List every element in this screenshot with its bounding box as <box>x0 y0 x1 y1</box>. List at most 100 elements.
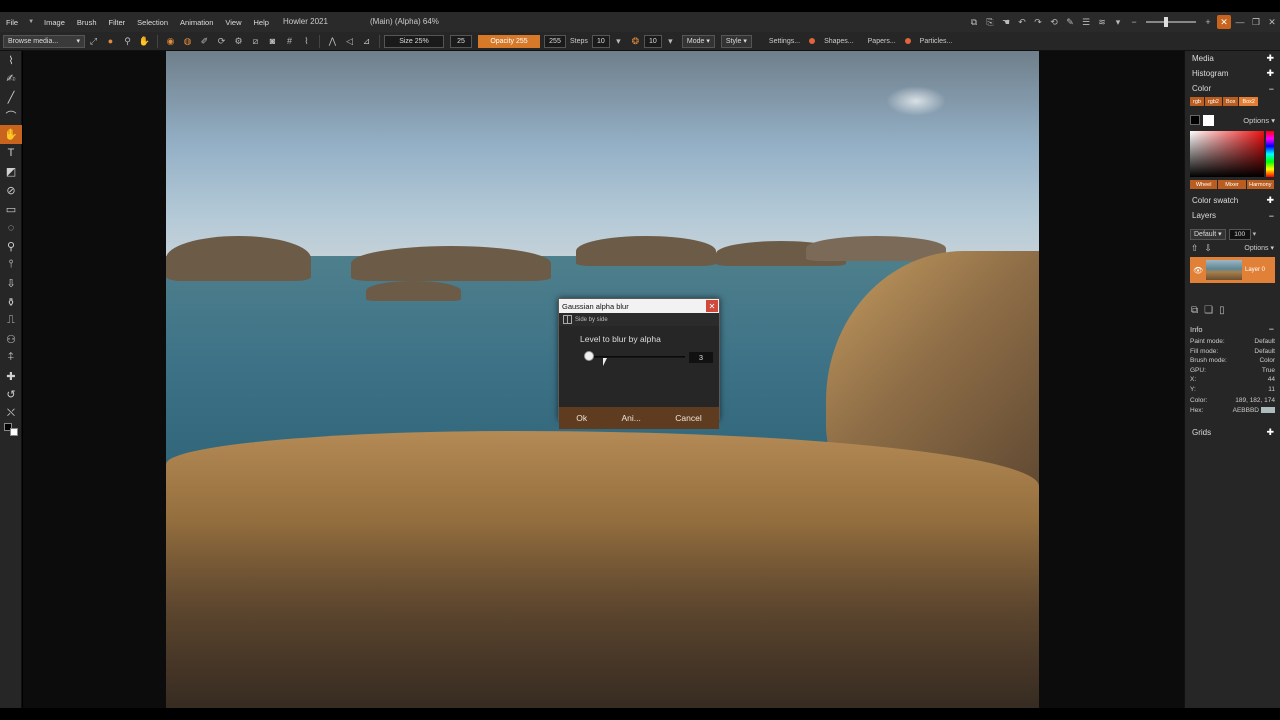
zoom-out-icon[interactable]: − <box>1127 15 1141 29</box>
settings-link[interactable]: Settings... <box>765 38 804 45</box>
lasso-tool-icon[interactable]: ⊘ <box>0 181 22 200</box>
new-layer-icon[interactable]: ⧉ <box>1191 305 1198 319</box>
color-swatches[interactable] <box>0 422 21 437</box>
brush-round-icon[interactable]: ◉ <box>164 35 177 48</box>
layer-item[interactable]: 👁 Layer 0 <box>1190 257 1275 283</box>
layer-options-dropdown[interactable]: Options ▾ <box>1244 244 1274 252</box>
histogram-header[interactable]: Histogram ✚ <box>1185 66 1280 81</box>
paint-tool-icon[interactable]: ✋ <box>0 125 22 144</box>
animate-button[interactable]: Ani... <box>616 411 647 425</box>
collapse-icon[interactable]: − <box>1269 324 1274 334</box>
zoom-slider[interactable] <box>1146 17 1196 27</box>
layers-header[interactable]: Layers − <box>1185 208 1280 223</box>
record-icon[interactable]: ● <box>104 35 117 48</box>
size-field[interactable]: Size 25% <box>384 34 444 48</box>
stamp-tool-icon[interactable]: ⎍ <box>0 311 22 330</box>
smudge-tool-icon[interactable]: ✍ <box>0 70 22 89</box>
replay-icon[interactable]: ⟲ <box>1047 15 1061 29</box>
tab-rgb2[interactable]: rgb2 <box>1204 97 1222 106</box>
menu-file[interactable]: File <box>0 18 24 27</box>
collapse-icon[interactable]: − <box>1269 211 1274 221</box>
slash-icon[interactable]: ⧄ <box>249 35 262 48</box>
shape-tool-icon[interactable]: ◩ <box>0 163 22 182</box>
menu-selection[interactable]: Selection <box>131 18 174 27</box>
brush-soft-icon[interactable]: ◍ <box>181 35 194 48</box>
tab-box2[interactable]: Box2 <box>1239 97 1258 106</box>
media-header[interactable]: Media ✚ <box>1185 51 1280 66</box>
steps-field[interactable]: 10 <box>591 34 610 48</box>
brush-tool-icon[interactable]: ⌇ <box>0 51 22 70</box>
arrow-down-icon[interactable]: ⇩ <box>1205 243 1213 254</box>
opacity-field[interactable]: Opacity 255 <box>478 34 540 48</box>
fullscreen-icon[interactable]: ✕ <box>1217 15 1231 29</box>
stamp-icon[interactable]: ⎘ <box>983 15 997 29</box>
chevron-down-icon[interactable]: ▾ <box>664 35 677 48</box>
duplicate-layer-icon[interactable]: ❏ <box>1204 305 1213 319</box>
side-by-side-toggle[interactable]: Side by side <box>559 313 719 326</box>
menu-image[interactable]: Image <box>38 18 71 27</box>
spacing-field[interactable]: 10 <box>643 34 662 48</box>
expand-icon[interactable]: ✚ <box>1266 427 1274 438</box>
hand-icon[interactable]: ☚ <box>999 15 1013 29</box>
rotate-tool-icon[interactable]: ↺ <box>0 386 22 405</box>
papers-link[interactable]: Papers... <box>864 38 900 45</box>
color-header[interactable]: Color − <box>1185 81 1280 96</box>
curve-tool-icon[interactable]: ⌒ <box>0 107 22 126</box>
color-swatch-header[interactable]: Color swatch ✚ <box>1185 193 1280 208</box>
crosshair-tool-icon[interactable]: ✚ <box>0 367 22 386</box>
zoom-tool-icon[interactable]: ⚲ <box>0 237 22 256</box>
minimize-icon[interactable]: — <box>1233 15 1247 29</box>
menu-filter[interactable]: Filter <box>103 18 132 27</box>
particles-link[interactable]: Particles... <box>916 38 957 45</box>
shear-icon[interactable]: ⊿ <box>360 35 373 48</box>
perspective-icon[interactable]: ◁ <box>343 35 356 48</box>
tab-box[interactable]: Box <box>1222 97 1239 106</box>
tab-harmony[interactable]: Harmony <box>1246 180 1274 189</box>
chevron-down-icon[interactable]: ▾ <box>1253 230 1257 238</box>
menu-help[interactable]: Help <box>248 18 275 27</box>
size-value-field[interactable]: 25 <box>450 34 472 48</box>
layer-opacity-field[interactable]: 100 <box>1228 228 1251 240</box>
background-chip[interactable] <box>1203 114 1214 126</box>
info-header[interactable]: Info − <box>1185 323 1280 335</box>
gear-icon[interactable]: ⚙ <box>232 35 245 48</box>
close-icon[interactable]: ✕ <box>706 300 718 312</box>
style-dropdown[interactable]: Style ▾ <box>720 34 752 48</box>
expand-icon[interactable]: ✚ <box>1266 53 1274 64</box>
menu-dropdown-icon[interactable]: ▼ <box>24 19 38 25</box>
redo-icon[interactable]: ↷ <box>1031 15 1045 29</box>
layer-mode-dropdown[interactable]: Default ▾ <box>1190 228 1226 240</box>
pin-icon[interactable]: ⚲ <box>121 35 134 48</box>
collapse-icon[interactable]: − <box>1269 84 1274 94</box>
zoom-in-icon[interactable]: + <box>1201 15 1215 29</box>
level-value-field[interactable]: 3 <box>689 352 713 363</box>
mirror-icon[interactable]: ⋀ <box>326 35 339 48</box>
arrow-up-icon[interactable]: ⇧ <box>1191 243 1199 254</box>
opacity-value-field[interactable]: 255 <box>544 34 566 48</box>
path-icon[interactable]: ⌇ <box>300 35 313 48</box>
grids-header[interactable]: Grids ✚ <box>1185 425 1280 440</box>
foreground-chip[interactable] <box>1190 115 1200 125</box>
line-tool-icon[interactable]: ╱ <box>0 88 22 107</box>
layers-stack-icon[interactable]: ≋ <box>1095 15 1109 29</box>
chevron-down-icon[interactable]: ▾ <box>612 35 625 48</box>
blank-layer-icon[interactable]: ▯ <box>1219 305 1225 319</box>
eye-icon[interactable]: 👁 <box>1193 266 1203 275</box>
tab-wheel[interactable]: Wheel <box>1190 180 1218 189</box>
pencil-icon[interactable]: ✐ <box>198 35 211 48</box>
chevron-down-icon[interactable]: ▾ <box>1111 15 1125 29</box>
ellipse-select-icon[interactable]: ◌ <box>0 218 22 237</box>
transform-tool-icon[interactable]: ⛌ <box>0 404 22 423</box>
level-slider-thumb[interactable] <box>584 351 594 361</box>
color-picker[interactable] <box>1190 131 1274 177</box>
browse-media-dropdown[interactable]: Browse media... ▾ <box>3 34 85 48</box>
bulb-tool-icon[interactable]: ⚇ <box>0 330 22 349</box>
move-tool-icon[interactable]: ⇩ <box>0 274 22 293</box>
gradient-tool-icon[interactable]: ⍏ <box>0 349 22 368</box>
hand-icon[interactable]: ✋ <box>138 35 151 48</box>
expand-icon[interactable]: ✚ <box>1266 195 1274 206</box>
color-options-dropdown[interactable]: Options ▾ <box>1243 116 1275 125</box>
pen-icon[interactable]: ✎ <box>1063 15 1077 29</box>
rotate-icon[interactable]: ⟳ <box>215 35 228 48</box>
spacing-icon[interactable]: ❂ <box>629 35 642 48</box>
